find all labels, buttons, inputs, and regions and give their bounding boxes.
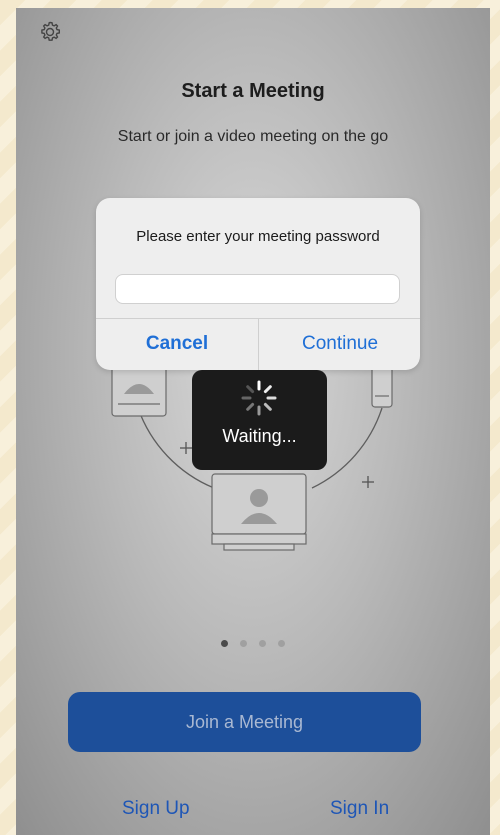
gear-icon[interactable] (38, 20, 62, 44)
password-field[interactable] (115, 274, 400, 304)
cancel-button[interactable]: Cancel (96, 318, 258, 370)
join-meeting-button[interactable]: Join a Meeting (68, 692, 421, 752)
waiting-label: Waiting... (222, 426, 297, 446)
password-dialog: Please enter your meeting password Cance… (96, 198, 420, 370)
continue-button[interactable]: Continue (259, 318, 421, 370)
laptop-icon-bottom (211, 473, 307, 551)
carousel-dot[interactable] (221, 640, 228, 647)
dialog-prompt: Please enter your meeting password (136, 228, 380, 245)
page-subtitle: Start or join a video meeting on the go (117, 128, 389, 145)
carousel-dot[interactable] (259, 640, 266, 647)
carousel-dot[interactable] (240, 640, 247, 647)
carousel-dots (16, 640, 490, 647)
page-title: Start a Meeting (181, 80, 325, 102)
app-screen: Start a Meeting Start or join a video me… (16, 8, 490, 835)
waiting-overlay: Waiting... (192, 370, 327, 470)
carousel-dot[interactable] (278, 640, 285, 647)
sign-up-link[interactable]: Sign Up (122, 798, 190, 820)
sign-in-link[interactable]: Sign In (330, 798, 389, 820)
spinner-icon (241, 380, 277, 416)
